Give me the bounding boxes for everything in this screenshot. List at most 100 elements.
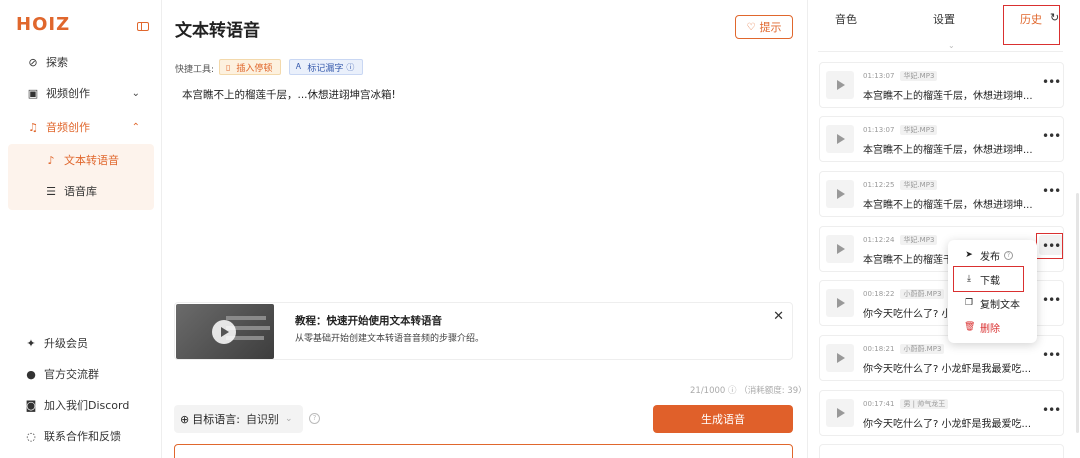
tutorial-thumbnail[interactable] xyxy=(176,304,274,359)
help-icon[interactable]: ? xyxy=(309,413,320,424)
more-icon[interactable]: ••• xyxy=(1042,184,1061,198)
history-time: 00:18:22 xyxy=(863,290,895,298)
menu-item-delete[interactable]: 🗑 删除 xyxy=(948,315,1037,339)
sidebar-item-community[interactable]: ● 官方交流群 xyxy=(24,364,99,384)
play-icon[interactable] xyxy=(826,344,854,372)
sidebar-item-discord[interactable]: ◙ 加入我们Discord xyxy=(24,395,130,415)
chevron-down-icon: ⌄ xyxy=(948,41,955,50)
sidebar-item-feedback[interactable]: ◌ 联系合作和反馈 xyxy=(24,426,121,446)
main-panel: 文本转语音 ♡ 提示 快捷工具: ▯ 插入停顿 Ꭺ 标记漏字 ⓘ 本宫瞧不上的榴… xyxy=(162,0,807,458)
history-tag: 男 | 帅气龙王 xyxy=(900,399,949,409)
tutorial-title: 教程：快速开始使用文本转语音 xyxy=(295,315,442,327)
history-tag: 华妃.MP3 xyxy=(900,180,938,190)
play-icon[interactable] xyxy=(826,180,854,208)
close-icon[interactable]: ✕ xyxy=(773,309,784,324)
menu-item-label: 复制文本 xyxy=(980,299,1020,311)
play-icon[interactable] xyxy=(826,125,854,153)
tab-divider xyxy=(818,36,1063,52)
mark-missing-label: 标记漏字 xyxy=(307,63,344,74)
play-icon[interactable] xyxy=(826,399,854,427)
history-time: 01:12:25 xyxy=(863,181,895,189)
sidebar-item-tts[interactable]: ♪ 文本转语音 xyxy=(8,145,154,175)
more-icon[interactable]: ••• xyxy=(1042,129,1061,143)
text-editor[interactable]: 本宫瞧不上的榴莲千层，...休想进翊坤宫冰箱! xyxy=(182,87,396,102)
play-icon[interactable] xyxy=(826,235,854,263)
history-item[interactable] xyxy=(819,444,1064,458)
shortcut-tools-label: 快捷工具: xyxy=(175,65,215,75)
more-icon[interactable]: ••• xyxy=(1042,293,1061,307)
logo[interactable]: HOIZ xyxy=(16,14,70,35)
page-title: 文本转语音 xyxy=(175,21,260,41)
mic-icon: ♪ xyxy=(47,153,55,167)
menu-item-copy-text[interactable]: ❐ 复制文本 xyxy=(948,291,1037,315)
sidebar-item-label: 探索 xyxy=(46,56,68,69)
send-icon: ➤ xyxy=(965,250,973,260)
history-tag: 华妃.MP3 xyxy=(900,235,938,245)
history-tag: 华妃.MP3 xyxy=(900,125,938,135)
history-time: 00:18:21 xyxy=(863,345,895,353)
pause-icon: ▯ xyxy=(226,62,231,72)
bell-icon: ● xyxy=(26,367,36,381)
sidebar-item-label: 加入我们Discord xyxy=(44,399,130,412)
play-icon[interactable] xyxy=(826,71,854,99)
target-language-label: 目标语言: xyxy=(192,413,240,426)
sidebar-item-voice-library[interactable]: ☰ 语音库 xyxy=(8,176,154,206)
sidebar-collapse-icon[interactable] xyxy=(137,22,149,31)
copy-icon: ❐ xyxy=(964,298,974,308)
history-tag: 华妃.MP3 xyxy=(900,71,938,81)
char-counter: 21/1000 ⓘ （消耗额度: 39） xyxy=(690,386,807,396)
compass-icon: ⊘ xyxy=(28,55,38,69)
translate-icon: Ꭺ xyxy=(296,62,302,71)
tutorial-card[interactable]: 教程：快速开始使用文本转语音 从零基础开始创建文本转语音音频的步骤介绍。 ✕ xyxy=(174,302,793,360)
history-time: 01:13:07 xyxy=(863,126,895,134)
tips-button[interactable]: ♡ 提示 xyxy=(735,15,793,39)
more-icon[interactable]: ••• xyxy=(1042,403,1061,417)
history-text: 本宫瞧不上的榴莲千层，休想进翊坤... xyxy=(863,91,1033,102)
sidebar-item-label: 联系合作和反馈 xyxy=(44,430,121,443)
history-item[interactable]: 00:17:41 男 | 帅气龙王 你今天吃什么了? 小龙虾是我最爱吃... ••… xyxy=(819,390,1064,436)
tab-voice[interactable]: 音色 xyxy=(835,11,857,27)
chevron-down-icon: ⌄ xyxy=(284,414,293,424)
history-text: 本宫瞧不上的榴莲千层，休想进翊坤... xyxy=(863,200,1033,211)
help-icon: ? xyxy=(1004,250,1013,260)
history-item[interactable]: 01:13:07 华妃.MP3 本宫瞧不上的榴莲千层，休想进翊坤... ••• xyxy=(819,62,1064,108)
insert-pause-button[interactable]: ▯ 插入停顿 xyxy=(219,59,281,75)
more-icon[interactable]: ••• xyxy=(1042,75,1061,89)
history-item[interactable]: 01:13:07 华妃.MP3 本宫瞧不上的榴莲千层，休想进翊坤... ••• xyxy=(819,116,1064,162)
sparkle-icon: ✦ xyxy=(26,336,36,350)
mark-missing-button[interactable]: Ꭺ 标记漏字 ⓘ xyxy=(289,59,363,75)
target-language-select[interactable]: ⊕ 目标语言: 自识别 ⌄ xyxy=(174,405,303,433)
more-icon[interactable]: ••• xyxy=(1042,348,1061,362)
sidebar-item-label: 语音库 xyxy=(64,185,97,198)
history-tag: 小蔚蔚.MP3 xyxy=(900,344,945,354)
video-icon: ▣ xyxy=(27,86,39,100)
history-text: 本宫瞧不上的榴莲千层，休想进翊坤... xyxy=(863,145,1033,156)
play-icon[interactable] xyxy=(212,320,236,344)
sidebar-item-label: 升级会员 xyxy=(44,337,88,350)
history-time: 00:17:41 xyxy=(863,400,895,408)
list-icon: ☰ xyxy=(46,184,56,198)
secondary-input-box[interactable] xyxy=(174,444,793,458)
history-scrollbar[interactable] xyxy=(1076,193,1079,433)
play-icon[interactable] xyxy=(826,289,854,317)
menu-item-publish[interactable]: ➤ 发布 ? xyxy=(948,243,1037,267)
history-tag: 小蔚蔚.MP3 xyxy=(900,289,945,299)
generate-voice-button[interactable]: 生成语音 xyxy=(653,405,793,433)
tab-settings[interactable]: 设置 xyxy=(933,11,955,27)
sidebar-item-video[interactable]: ▣ 视频创作 ⌄ xyxy=(8,78,154,108)
sidebar-item-upgrade[interactable]: ✦ 升级会员 xyxy=(24,333,88,353)
history-time: 01:12:24 xyxy=(863,236,895,244)
download-highlight xyxy=(953,266,1024,292)
sidebar-item-label: 视频创作 xyxy=(46,87,90,100)
history-time: 01:13:07 xyxy=(863,72,895,80)
target-language-value: 自识别 xyxy=(245,413,279,426)
sidebar-item-audio[interactable]: ♫ 音频创作 ⌃ xyxy=(8,112,154,142)
insert-pause-label: 插入停顿 xyxy=(236,63,273,74)
lightbulb-icon: ♡ xyxy=(746,21,756,33)
history-item[interactable]: 01:12:25 华妃.MP3 本宫瞧不上的榴莲千层，休想进翊坤... ••• xyxy=(819,171,1064,217)
menu-item-label: 发布 xyxy=(980,251,1000,263)
chat-icon: ◌ xyxy=(26,429,36,443)
help-icon: ⓘ xyxy=(346,62,355,72)
menu-item-label: 删除 xyxy=(980,323,1000,335)
sidebar-item-explore[interactable]: ⊘ 探索 xyxy=(8,47,154,77)
